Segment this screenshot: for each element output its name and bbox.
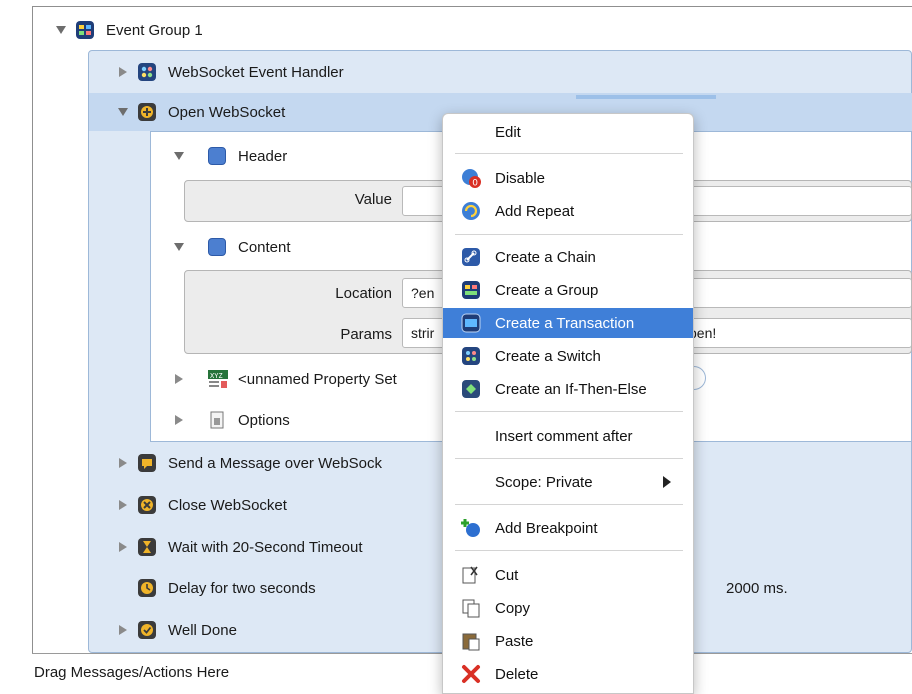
expand-triangle-icon[interactable] [116, 105, 130, 119]
property-set-icon: XYZ [208, 370, 228, 388]
copy-icon [459, 598, 483, 618]
content-icon [208, 238, 226, 256]
menu-item-cut[interactable]: Cut [443, 560, 693, 590]
menu-item-create-chain[interactable]: Create a Chain [443, 242, 693, 272]
group-icon [76, 21, 94, 39]
clock-icon [138, 579, 156, 597]
menu-item-edit[interactable]: Edit [443, 117, 693, 147]
tree-row-event-group[interactable]: Event Group 1 [54, 17, 203, 43]
svg-text:0: 0 [472, 179, 478, 189]
header-icon [208, 147, 226, 165]
collapse-triangle-icon[interactable] [116, 540, 130, 554]
close-websocket-label: Close WebSocket [168, 496, 287, 514]
menu-item-create-switch[interactable]: Create a Switch [443, 341, 693, 371]
location-field-label: Location [335, 285, 392, 302]
transaction-icon [459, 313, 483, 333]
submenu-arrow-icon [663, 476, 671, 488]
menu-item-create-group[interactable]: Create a Group [443, 275, 693, 305]
menu-item-disable[interactable]: 0 Disable [443, 163, 693, 193]
menu-item-scope[interactable]: Scope: Private [443, 467, 693, 497]
breakpoint-icon [459, 518, 483, 538]
tree-row-well-done[interactable]: Well Done [116, 617, 237, 643]
open-websocket-label: Open WebSocket [168, 103, 286, 121]
if-then-else-icon [459, 379, 483, 399]
delay-value: 2000 ms. [726, 580, 788, 597]
menu-separator [455, 411, 683, 412]
well-done-icon [138, 621, 156, 639]
collapse-triangle-icon[interactable] [116, 456, 130, 470]
tree-row-options[interactable]: Options [172, 407, 290, 433]
svg-text:XYZ: XYZ [210, 372, 223, 380]
send-message-label: Send a Message over WebSock [168, 454, 383, 472]
tree-row-content[interactable]: Content [172, 234, 291, 260]
websocket-handler-label: WebSocket Event Handler [168, 63, 344, 81]
expand-triangle-icon[interactable] [172, 240, 186, 254]
expand-triangle-icon[interactable] [172, 149, 186, 163]
menu-separator [455, 550, 683, 551]
paste-icon [459, 631, 483, 651]
params-field-label: Params [340, 326, 392, 343]
collapse-triangle-icon[interactable] [172, 413, 186, 427]
options-icon [208, 411, 226, 429]
menu-item-insert-comment[interactable]: Insert comment after [443, 421, 693, 451]
drag-hint-label: Drag Messages/Actions Here [34, 664, 230, 681]
group-icon [459, 280, 483, 300]
menu-item-copy[interactable]: Copy [443, 593, 693, 623]
chain-icon [459, 247, 483, 267]
send-message-icon [138, 454, 156, 472]
collapse-triangle-icon[interactable] [116, 498, 130, 512]
menu-separator [455, 153, 683, 154]
selection-marker [576, 95, 716, 99]
menu-separator [455, 504, 683, 505]
collapse-triangle-icon[interactable] [116, 65, 130, 79]
tree-row-websocket-handler[interactable]: WebSocket Event Handler [116, 59, 344, 85]
switch-icon [459, 346, 483, 366]
collapse-triangle-icon[interactable] [116, 623, 130, 637]
close-websocket-icon [138, 496, 156, 514]
delete-icon [459, 664, 483, 684]
menu-separator [455, 458, 683, 459]
disable-icon: 0 [459, 168, 483, 189]
tree-row-send-message[interactable]: Send a Message over WebSock [116, 450, 382, 476]
tree-row-property-set[interactable]: XYZ <unnamed Property Set [172, 366, 397, 392]
content-label: Content [238, 238, 291, 256]
header-label: Header [238, 147, 288, 165]
event-group-label: Event Group 1 [106, 21, 203, 39]
menu-separator [455, 234, 683, 235]
scissors-icon [459, 565, 483, 585]
repeat-icon [459, 201, 483, 221]
options-label: Options [238, 411, 290, 429]
hourglass-icon [138, 538, 156, 556]
context-menu: Edit 0 Disable Add Repeat Create a Chain… [442, 113, 694, 694]
menu-item-create-if-then-else[interactable]: Create an If-Then-Else [443, 374, 693, 404]
menu-item-delete[interactable]: Delete [443, 659, 693, 689]
expand-triangle-icon[interactable] [54, 23, 68, 37]
open-websocket-icon [138, 103, 156, 121]
menu-item-add-breakpoint[interactable]: Add Breakpoint [443, 513, 693, 543]
collapse-triangle-icon[interactable] [172, 372, 186, 386]
tree-row-wait-timeout[interactable]: Wait with 20-Second Timeout [116, 534, 363, 560]
delay-label: Delay for two seconds [168, 579, 316, 597]
event-handler-icon [138, 63, 156, 81]
wait-timeout-label: Wait with 20-Second Timeout [168, 538, 363, 556]
menu-item-create-transaction[interactable]: Create a Transaction [443, 308, 693, 338]
tree-row-header[interactable]: Header [172, 143, 287, 169]
well-done-label: Well Done [168, 621, 237, 639]
menu-item-add-repeat[interactable]: Add Repeat [443, 196, 693, 226]
tree-row-open-websocket[interactable]: Open WebSocket [116, 99, 285, 125]
value-field-label: Value [354, 191, 392, 208]
menu-item-paste[interactable]: Paste [443, 626, 693, 656]
property-set-label: <unnamed Property Set [238, 370, 397, 388]
tree-row-close-websocket[interactable]: Close WebSocket [116, 492, 287, 518]
tree-row-delay[interactable]: Delay for two seconds [138, 575, 316, 601]
location-value: ?en [411, 285, 435, 301]
params-value: strir [411, 325, 435, 341]
